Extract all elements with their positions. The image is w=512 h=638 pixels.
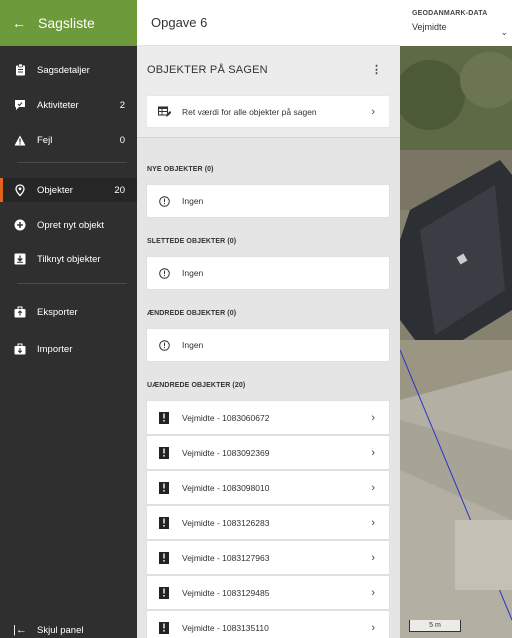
back-to-case-list-button[interactable]: ← Sagsliste: [0, 0, 137, 46]
import-briefcase-icon: [13, 343, 27, 355]
info-circle-icon: [157, 267, 171, 279]
warning-icon: [13, 135, 27, 146]
layer-selector-title: GEODANMARK-DATA: [412, 10, 488, 17]
sidebar-item-sagsdetaljer[interactable]: Sagsdetaljer: [0, 58, 137, 82]
sidebar-item-tilknyt-objekter[interactable]: Tilknyt objekter: [0, 247, 137, 271]
download-box-icon: [13, 253, 27, 265]
object-label: Vejmidte - 1083098010: [182, 482, 270, 493]
info-circle-icon: [157, 339, 171, 351]
chevron-right-icon: ›: [371, 621, 375, 634]
road-segment-icon: [157, 446, 171, 459]
road-segment-icon: [157, 551, 171, 564]
error-count: 0: [119, 134, 125, 146]
sidebar-item-label: Aktiviteter: [37, 99, 79, 111]
section-label-unchanged: UÆNDREDE OBJEKTER (20): [147, 382, 246, 389]
none-label: Ingen: [182, 196, 204, 206]
sidebar-item-label: Fejl: [37, 134, 53, 146]
road-segment-icon: [157, 481, 171, 494]
road-segment-icon: [157, 516, 171, 529]
hide-panel-button[interactable]: |← Skjul panel: [0, 618, 137, 638]
layer-selector[interactable]: GEODANMARK-DATA Vejmidte ⌄: [400, 0, 512, 46]
sidebar-header-title: Sagsliste: [38, 15, 95, 31]
sidebar-item-fejl[interactable]: Fejl 0: [0, 128, 137, 152]
object-list-item[interactable]: Vejmidte - 1083127963 ›: [147, 541, 389, 574]
object-label: Vejmidte - 1083129485: [182, 587, 270, 598]
object-list-item[interactable]: Vejmidte - 1083129485 ›: [147, 576, 389, 609]
page-title: Opgave 6: [137, 0, 400, 46]
sidebar-item-label: Tilknyt objekter: [37, 253, 101, 265]
none-label: Ingen: [182, 268, 204, 278]
list-item-none: Ingen: [147, 185, 389, 217]
sidebar-item-aktiviteter[interactable]: Aktiviteter 2: [0, 93, 137, 117]
bulk-edit-button[interactable]: Ret værdi for alle objekter på sagen ›: [147, 96, 389, 127]
section-label-changed: ÆNDREDE OBJEKTER (0): [147, 310, 237, 317]
sidebar-item-label: Opret nyt objekt: [37, 219, 105, 231]
collapse-left-icon: |←: [13, 624, 27, 636]
case-panel: Opgave 6 OBJEKTER PÅ SAGEN ⋮ Ret værdi f…: [137, 0, 400, 638]
export-briefcase-icon: [13, 306, 27, 318]
sidebar-item-label: Sagsdetaljer: [37, 64, 90, 76]
sidebar-item-label: Objekter: [37, 184, 73, 196]
map-scale-bar: 5 m: [409, 620, 461, 632]
object-list-item[interactable]: Vejmidte - 1083060672 ›: [147, 401, 389, 434]
section-label-deleted: SLETTEDE OBJEKTER (0): [147, 238, 237, 245]
object-label: Vejmidte - 1083060672: [182, 412, 270, 423]
road-segment-icon: [157, 411, 171, 424]
aerial-imagery: [400, 46, 512, 638]
sidebar-item-importer[interactable]: Importer: [0, 337, 137, 361]
plus-circle-icon: [13, 219, 27, 231]
chevron-right-icon: ›: [371, 411, 375, 424]
objects-count: 20: [114, 184, 125, 196]
object-label: Vejmidte - 1083135110: [182, 622, 269, 633]
object-label: Vejmidte - 1083092369: [182, 447, 270, 458]
comment-icon: [13, 99, 27, 111]
bulk-edit-label: Ret værdi for alle objekter på sagen: [182, 106, 317, 117]
object-label: Vejmidte - 1083127963: [182, 552, 270, 563]
sidebar-item-objekter[interactable]: Objekter 20: [0, 178, 137, 202]
edit-table-icon: [157, 105, 171, 118]
activity-count: 2: [119, 99, 125, 111]
object-list-item[interactable]: Vejmidte - 1083135110 ›: [147, 611, 389, 638]
sidebar-item-label: Importer: [37, 343, 73, 355]
kebab-menu-icon[interactable]: ⋮: [371, 63, 382, 76]
sidebar-divider: [17, 162, 127, 163]
chevron-right-icon: ›: [371, 586, 375, 599]
map-view[interactable]: GEODANMARK-DATA Vejmidte ⌄ 5 m: [400, 0, 512, 638]
road-segment-icon: [157, 586, 171, 599]
list-item-none: Ingen: [147, 329, 389, 361]
sidebar-item-eksporter[interactable]: Eksporter: [0, 300, 137, 324]
sidebar: ← Sagsliste Sagsdetaljer Aktiviteter 2 F…: [0, 0, 137, 638]
clipboard-icon: [13, 64, 27, 76]
chevron-right-icon: ›: [371, 481, 375, 494]
sidebar-item-opret-nyt-objekt[interactable]: Opret nyt objekt: [0, 213, 137, 237]
back-arrow-icon: ←: [12, 15, 26, 31]
list-item-none: Ingen: [147, 257, 389, 289]
sidebar-divider: [17, 283, 127, 284]
object-list-item[interactable]: Vejmidte - 1083126283 ›: [147, 506, 389, 539]
chevron-right-icon: ›: [371, 105, 375, 118]
section-label-new: NYE OBJEKTER (0): [147, 166, 214, 173]
chevron-right-icon: ›: [371, 516, 375, 529]
object-list-item[interactable]: Vejmidte - 1083092369 ›: [147, 436, 389, 469]
sidebar-item-label: Eksporter: [37, 306, 78, 318]
none-label: Ingen: [182, 340, 204, 350]
map-marker-icon: [13, 183, 27, 197]
objects-title: OBJEKTER PÅ SAGEN: [147, 64, 268, 76]
layer-selector-value: Vejmidte: [412, 22, 447, 32]
chevron-right-icon: ›: [371, 551, 375, 564]
chevron-down-icon: ⌄: [500, 27, 508, 37]
road-segment-icon: [157, 621, 171, 634]
hide-panel-label: Skjul panel: [37, 624, 84, 636]
info-circle-icon: [157, 195, 171, 207]
object-label: Vejmidte - 1083126283: [182, 517, 270, 528]
chevron-right-icon: ›: [371, 446, 375, 459]
object-list-item[interactable]: Vejmidte - 1083098010 ›: [147, 471, 389, 504]
